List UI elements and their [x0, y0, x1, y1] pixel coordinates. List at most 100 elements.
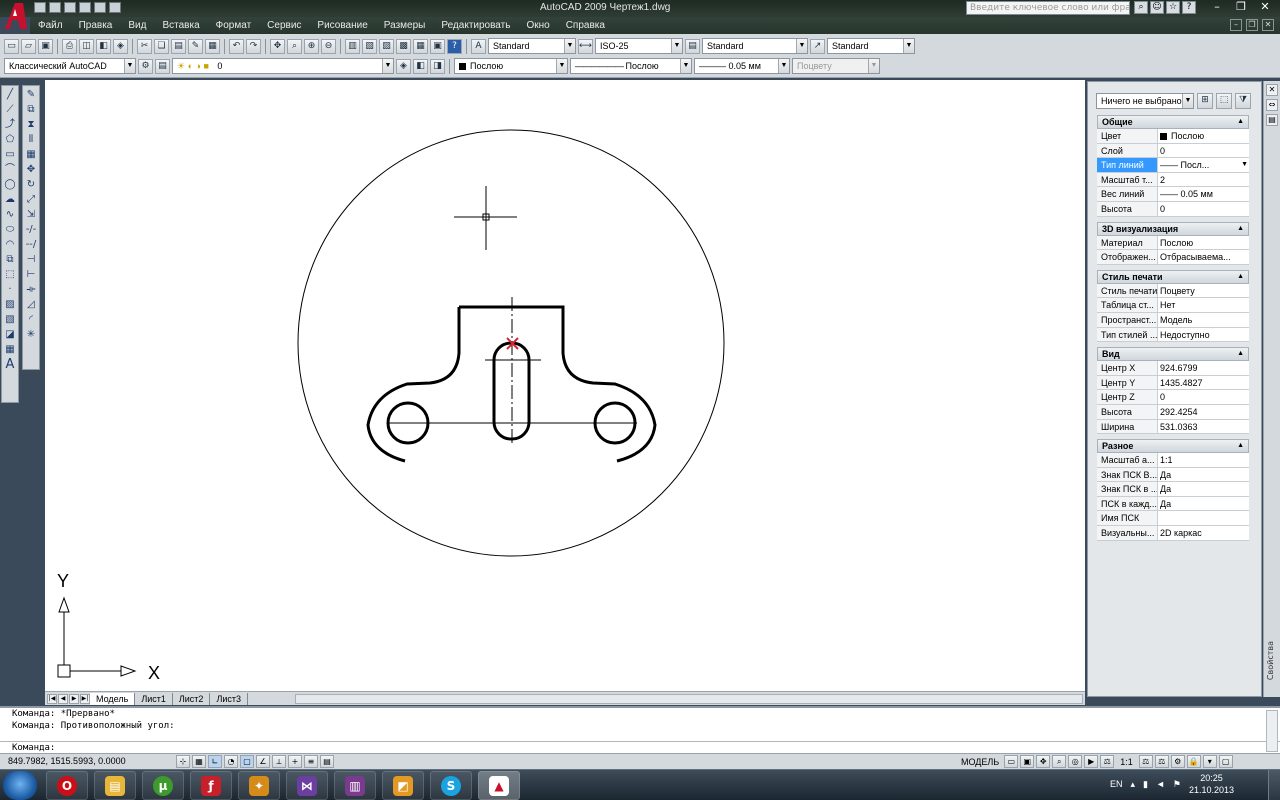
visual-studio-taskbar-icon[interactable]: ⋈: [286, 771, 328, 800]
property-value[interactable]: 2: [1158, 173, 1249, 187]
property-section-header[interactable]: Вид ▲: [1097, 347, 1249, 362]
join-icon[interactable]: ⟛: [24, 283, 38, 297]
menu-help[interactable]: Справка: [558, 20, 613, 31]
plot-icon[interactable]: ⎙: [62, 38, 77, 54]
linetype-select[interactable]: —————— Послою ▼: [570, 58, 692, 74]
lock-icon[interactable]: 🔒: [1186, 755, 1201, 768]
explode-icon[interactable]: ✳: [24, 328, 38, 342]
property-value[interactable]: 0: [1158, 390, 1249, 404]
property-value[interactable]: 0: [1158, 144, 1249, 158]
property-value[interactable]: Да: [1158, 468, 1249, 482]
make-block-icon[interactable]: ⬚: [3, 268, 17, 282]
lineweight-toggle-icon[interactable]: ≡: [304, 755, 318, 768]
design-center-icon[interactable]: ▧: [362, 38, 377, 54]
property-row[interactable]: Высота 292.4254: [1097, 404, 1249, 420]
showmotion-icon[interactable]: ▶: [1084, 755, 1099, 768]
stretch-icon[interactable]: ⇲: [24, 208, 38, 222]
menu-dimension[interactable]: Размеры: [376, 20, 434, 31]
polar-tracking-icon[interactable]: ◔: [224, 755, 238, 768]
select-objects-icon[interactable]: ⬚: [1216, 93, 1232, 109]
open-icon[interactable]: ▱: [21, 38, 36, 54]
property-value[interactable]: —— Посл... ▼: [1158, 158, 1249, 172]
undo-icon[interactable]: ↶: [229, 38, 244, 54]
property-value[interactable]: 1:1: [1158, 453, 1249, 467]
chamfer-icon[interactable]: ◿: [24, 298, 38, 312]
scale-icon[interactable]: ⤢: [24, 193, 38, 207]
clean-screen-icon[interactable]: ▢: [1218, 755, 1233, 768]
text-style-icon[interactable]: A: [471, 38, 486, 54]
property-value[interactable]: Поцвету: [1158, 284, 1249, 298]
star-icon[interactable]: ☆: [1166, 1, 1180, 14]
collapse-icon[interactable]: ▲: [1237, 271, 1244, 283]
property-section-header[interactable]: Разное ▲: [1097, 439, 1249, 454]
property-value[interactable]: 2D каркас: [1158, 526, 1249, 540]
help-icon[interactable]: ?: [1182, 1, 1196, 14]
zoom-window-icon[interactable]: ⊕: [304, 38, 319, 54]
autocad-taskbar-icon[interactable]: ▲: [478, 771, 520, 800]
workspace-settings-icon[interactable]: ⚙: [138, 58, 153, 74]
offset-icon[interactable]: ⫴: [24, 133, 38, 147]
annotation-scale-icon[interactable]: ⚖: [1100, 755, 1115, 768]
rotate-icon[interactable]: ↻: [24, 178, 38, 192]
save-icon[interactable]: ▣: [38, 38, 53, 54]
quick-view-drawings-icon[interactable]: ▣: [1020, 755, 1035, 768]
property-row[interactable]: Цвет Послою: [1097, 129, 1249, 144]
network-icon[interactable]: ▮: [1143, 779, 1148, 790]
ellipse-icon[interactable]: ⬭: [3, 223, 17, 237]
quick-properties-icon[interactable]: ▤: [320, 755, 334, 768]
print-icon[interactable]: [79, 2, 91, 13]
hatch-icon[interactable]: ▨: [3, 298, 17, 312]
property-row[interactable]: Слой 0: [1097, 143, 1249, 159]
menu-edit[interactable]: Правка: [71, 20, 121, 31]
cut-icon[interactable]: ✂: [137, 38, 152, 54]
quick-view-layouts-icon[interactable]: ▭: [1004, 755, 1019, 768]
tray-expand-icon[interactable]: ▴: [1131, 779, 1136, 790]
save-icon[interactable]: [64, 2, 76, 13]
horizontal-scrollbar[interactable]: [295, 694, 1083, 704]
dynamic-input-icon[interactable]: +: [288, 755, 302, 768]
lineweight-select[interactable]: ——— 0.05 мм ▼: [694, 58, 790, 74]
language-indicator[interactable]: EN: [1110, 779, 1123, 789]
open-file-icon[interactable]: [49, 2, 61, 13]
property-value[interactable]: —— 0.05 мм: [1158, 187, 1249, 201]
property-row[interactable]: Центр Z0: [1097, 390, 1249, 405]
menu-draw[interactable]: Рисование: [309, 20, 375, 31]
copy-icon[interactable]: ❏: [154, 38, 169, 54]
layer-manager-icon[interactable]: ▤: [155, 58, 170, 74]
gradient-icon[interactable]: ▧: [3, 313, 17, 327]
color-select[interactable]: Послою ▼: [454, 58, 568, 74]
quickcalc-icon[interactable]: ▣: [430, 38, 445, 54]
user-icon[interactable]: ☺: [1150, 1, 1164, 14]
property-row[interactable]: Визуальны... 2D каркас: [1097, 526, 1249, 541]
revision-cloud-icon[interactable]: ☁: [3, 193, 17, 207]
collapse-icon[interactable]: ▲: [1237, 116, 1244, 128]
table-style-select[interactable]: Standard ▼: [702, 38, 808, 54]
property-section-header[interactable]: Стиль печати ▲: [1097, 269, 1249, 284]
palette-close-icon[interactable]: ✕: [1266, 84, 1278, 96]
match-properties-icon[interactable]: ✎: [188, 38, 203, 54]
circle-icon[interactable]: ◯: [3, 178, 17, 192]
property-row[interactable]: Имя ПСК: [1097, 511, 1249, 527]
grid-display-icon[interactable]: ▦: [192, 755, 206, 768]
model-space-label[interactable]: МОДЕЛЬ: [958, 757, 1002, 767]
zoom-previous-icon[interactable]: ⊖: [321, 38, 336, 54]
table-style-icon[interactable]: ▤: [685, 38, 700, 54]
undo-icon[interactable]: [94, 2, 106, 13]
palette-properties-icon[interactable]: ▤: [1266, 114, 1278, 126]
flash-taskbar-icon[interactable]: ƒ: [190, 771, 232, 800]
property-row[interactable]: Пространст... Модель: [1097, 312, 1249, 328]
copy-object-icon[interactable]: ⧉: [24, 103, 38, 117]
menu-tools[interactable]: Сервис: [259, 20, 309, 31]
layer-state-icon[interactable]: ◨: [430, 58, 445, 74]
trim-icon[interactable]: -/-: [24, 223, 38, 237]
table-icon[interactable]: ▦: [3, 343, 17, 357]
construction-line-icon[interactable]: ⟋: [3, 103, 17, 117]
array-icon[interactable]: ▦: [24, 148, 38, 162]
menu-view[interactable]: Вид: [120, 20, 154, 31]
workspace-select[interactable]: Классический AutoCAD ▼: [4, 58, 136, 74]
next-tab-button[interactable]: ▶: [69, 693, 79, 704]
mleader-style-select[interactable]: Standard ▼: [827, 38, 915, 54]
collapse-icon[interactable]: ▲: [1237, 348, 1244, 360]
menu-insert[interactable]: Вставка: [154, 20, 207, 31]
command-scrollbar[interactable]: [1266, 710, 1278, 752]
